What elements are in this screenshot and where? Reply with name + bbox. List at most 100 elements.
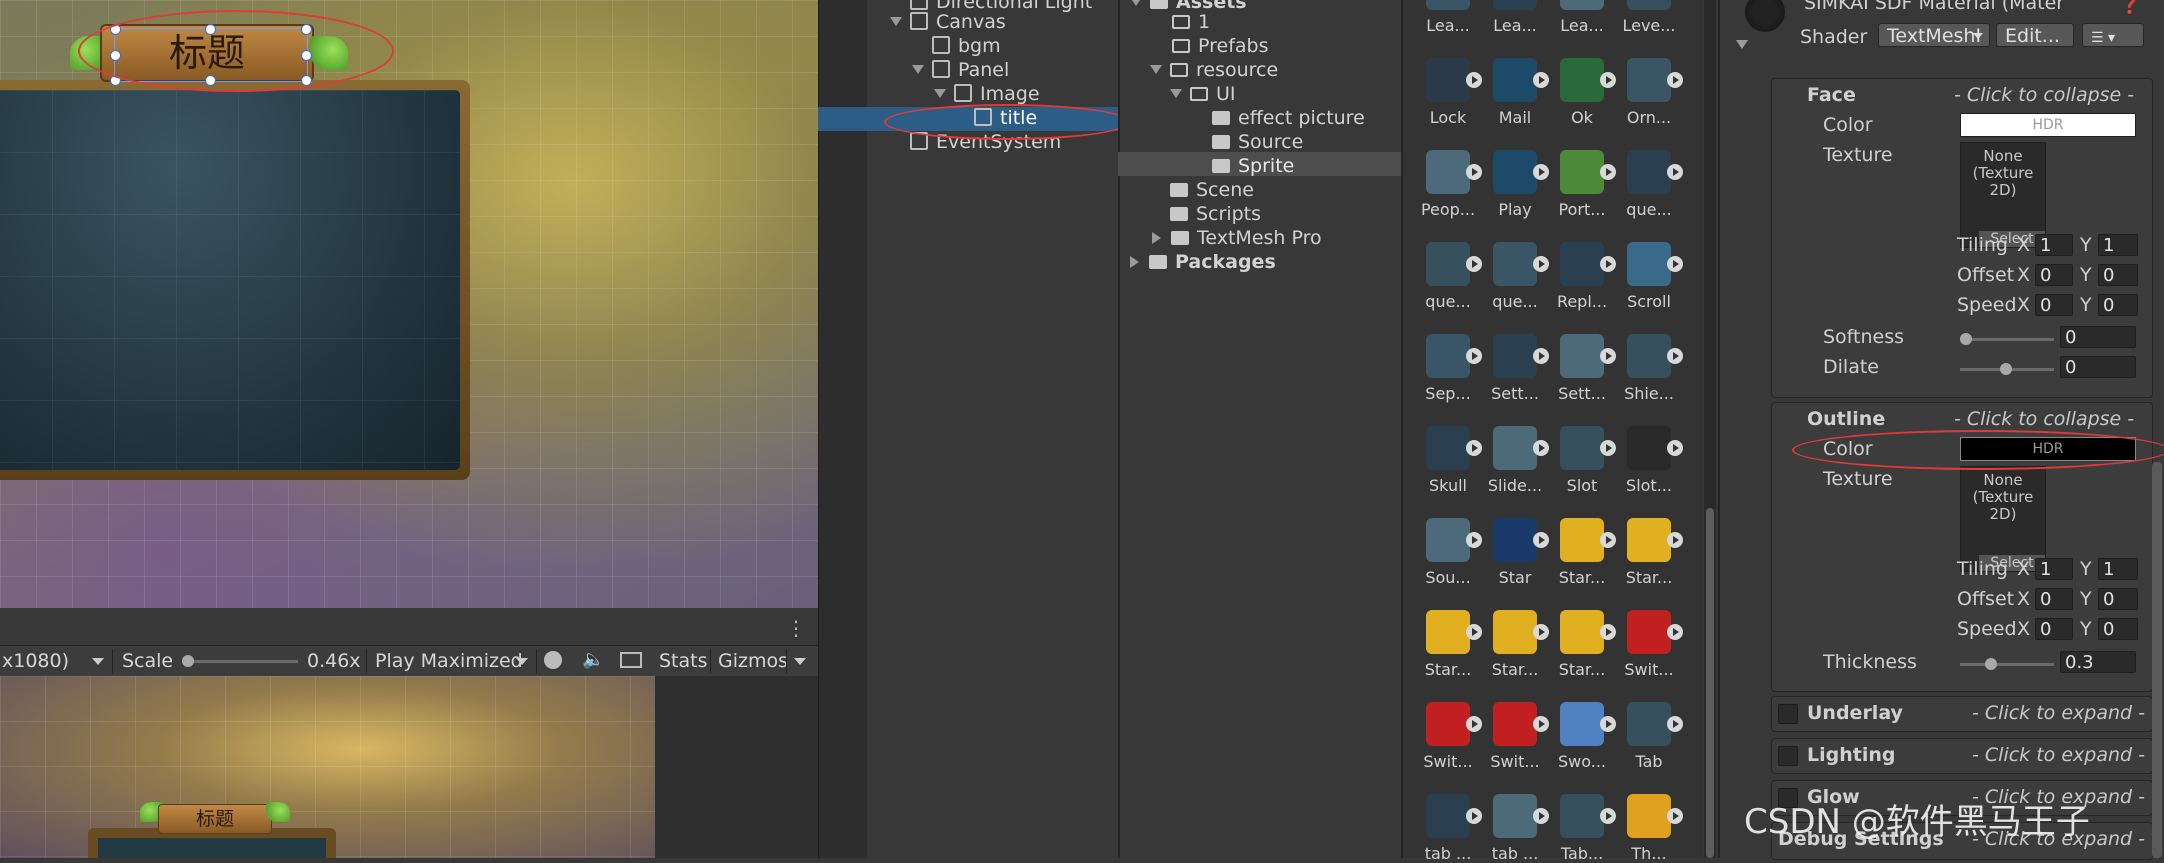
asset-tile[interactable]: tab ... bbox=[1481, 794, 1549, 863]
chevron-down-icon[interactable] bbox=[794, 658, 806, 665]
asset-tile[interactable]: Leve... bbox=[1615, 0, 1683, 35]
softness-slider-knob[interactable] bbox=[1960, 333, 1972, 345]
face-tiling-x-field[interactable]: 1 bbox=[2035, 234, 2073, 256]
stats-button[interactable]: Stats bbox=[659, 650, 708, 672]
folder-effect-picture[interactable]: effect picture bbox=[1212, 106, 1365, 130]
play-mode-dropdown[interactable]: Play Maximized bbox=[375, 650, 523, 672]
hierarchy-item-image[interactable]: Image bbox=[934, 82, 1040, 106]
asset-tile[interactable]: Star bbox=[1481, 518, 1549, 587]
expand-subassets-icon[interactable] bbox=[1466, 624, 1482, 640]
lighting-expand-hint[interactable]: - Click to expand - bbox=[1972, 744, 2145, 766]
asset-tile[interactable]: Sep... bbox=[1414, 334, 1482, 403]
expand-subassets-icon[interactable] bbox=[1667, 716, 1683, 732]
asset-tile[interactable]: Repl... bbox=[1548, 242, 1616, 311]
asset-tile[interactable]: Lock bbox=[1414, 58, 1482, 127]
speaker-icon[interactable]: 🔈 bbox=[582, 649, 604, 670]
underlay-expand-hint[interactable]: - Click to expand - bbox=[1972, 702, 2145, 724]
expand-subassets-icon[interactable] bbox=[1600, 532, 1616, 548]
expand-subassets-icon[interactable] bbox=[1466, 348, 1482, 364]
asset-tile[interactable]: Swit... bbox=[1481, 702, 1549, 771]
expand-subassets-icon[interactable] bbox=[1533, 624, 1549, 640]
folder-source[interactable]: Source bbox=[1212, 130, 1303, 154]
expand-arrow-icon[interactable] bbox=[1150, 65, 1162, 74]
face-tiling-y-field[interactable]: 1 bbox=[2098, 234, 2138, 256]
outline-offset-x-field[interactable]: 0 bbox=[2035, 588, 2073, 610]
asset-tile[interactable]: Lea... bbox=[1548, 0, 1616, 35]
expand-subassets-icon[interactable] bbox=[1533, 716, 1549, 732]
face-offset-y-field[interactable]: 0 bbox=[2098, 264, 2138, 286]
folder-sprite[interactable]: Sprite bbox=[1212, 154, 1294, 178]
asset-tile[interactable]: Star... bbox=[1481, 610, 1549, 679]
expand-subassets-icon[interactable] bbox=[1600, 256, 1616, 272]
asset-tile[interactable]: Swit... bbox=[1615, 610, 1683, 679]
asset-tile[interactable]: Swo... bbox=[1548, 702, 1616, 771]
scene-view[interactable]: 标题 bbox=[0, 0, 818, 608]
expand-subassets-icon[interactable] bbox=[1600, 348, 1616, 364]
expand-subassets-icon[interactable] bbox=[1466, 716, 1482, 732]
folder-textmesh-pro[interactable]: TextMesh Pro bbox=[1152, 226, 1322, 250]
asset-tile[interactable]: Play bbox=[1481, 150, 1549, 219]
bug-icon[interactable] bbox=[544, 651, 562, 669]
expand-subassets-icon[interactable] bbox=[1466, 72, 1482, 88]
asset-tile[interactable]: Star... bbox=[1414, 610, 1482, 679]
expand-subassets-icon[interactable] bbox=[1533, 808, 1549, 824]
folder-1[interactable]: 1 bbox=[1172, 10, 1210, 34]
underlay-header[interactable]: Underlay bbox=[1807, 702, 1903, 724]
asset-tile[interactable]: Scroll bbox=[1615, 242, 1683, 311]
expand-subassets-icon[interactable] bbox=[1466, 440, 1482, 456]
resolution-dropdown[interactable]: x1080) bbox=[2, 650, 69, 672]
asset-tile[interactable]: que... bbox=[1481, 242, 1549, 311]
hierarchy-item-bgm[interactable]: bgm bbox=[932, 34, 1001, 58]
lighting-header[interactable]: Lighting bbox=[1807, 744, 1895, 766]
outline-tiling-x-field[interactable]: 1 bbox=[2035, 558, 2073, 580]
expand-subassets-icon[interactable] bbox=[1667, 256, 1683, 272]
asset-tile[interactable]: Star... bbox=[1615, 518, 1683, 587]
expand-subassets-icon[interactable] bbox=[1600, 72, 1616, 88]
scale-slider-track[interactable] bbox=[182, 660, 298, 663]
expand-subassets-icon[interactable] bbox=[1533, 256, 1549, 272]
asset-tile[interactable]: Sett... bbox=[1481, 334, 1549, 403]
help-icon[interactable]: ❓ bbox=[2118, 0, 2142, 15]
outline-speed-x-field[interactable]: 0 bbox=[2035, 618, 2073, 640]
expand-arrow-icon[interactable] bbox=[1170, 89, 1182, 98]
expand-arrow-icon[interactable] bbox=[890, 17, 902, 26]
asset-tile[interactable]: Swit... bbox=[1414, 702, 1482, 771]
outline-thickness-field[interactable]: 0.3 bbox=[2060, 651, 2136, 673]
asset-tile[interactable]: Ok bbox=[1548, 58, 1616, 127]
asset-tile[interactable]: Port... bbox=[1548, 150, 1616, 219]
expand-subassets-icon[interactable] bbox=[1600, 716, 1616, 732]
folder-scene[interactable]: Scene bbox=[1170, 178, 1254, 202]
shader-options-button[interactable]: ☰ ▾ bbox=[2082, 23, 2144, 47]
folder-ui[interactable]: UI bbox=[1170, 82, 1236, 106]
asset-tile[interactable]: que... bbox=[1414, 242, 1482, 311]
expand-subassets-icon[interactable] bbox=[1533, 164, 1549, 180]
expand-subassets-icon[interactable] bbox=[1466, 164, 1482, 180]
expand-arrow-icon[interactable] bbox=[912, 65, 924, 74]
expand-subassets-icon[interactable] bbox=[1466, 532, 1482, 548]
scrollbar-thumb[interactable] bbox=[1706, 508, 1714, 858]
collapsed-arrow-icon[interactable] bbox=[1130, 256, 1139, 268]
face-texture-slot[interactable]: None (Texture 2D) Select bbox=[1960, 142, 2046, 248]
asset-tile[interactable]: Star... bbox=[1548, 610, 1616, 679]
folder-packages[interactable]: Packages bbox=[1130, 250, 1276, 274]
expand-arrow-icon[interactable] bbox=[934, 89, 946, 98]
expand-subassets-icon[interactable] bbox=[1533, 348, 1549, 364]
asset-tile[interactable]: Lea... bbox=[1481, 0, 1549, 35]
lighting-checkbox[interactable] bbox=[1778, 746, 1798, 766]
face-header[interactable]: Face bbox=[1807, 84, 1856, 106]
asset-tile[interactable]: Sett... bbox=[1548, 334, 1616, 403]
more-options-icon[interactable]: ⋮ bbox=[786, 616, 806, 640]
scale-slider-knob[interactable] bbox=[182, 655, 194, 667]
face-speed-y-field[interactable]: 0 bbox=[2098, 294, 2138, 316]
outline-offset-y-field[interactable]: 0 bbox=[2098, 588, 2138, 610]
folder-scripts[interactable]: Scripts bbox=[1170, 202, 1261, 226]
face-softness-field[interactable]: 0 bbox=[2060, 326, 2136, 348]
folder-prefabs[interactable]: Prefabs bbox=[1172, 34, 1269, 58]
asset-tile[interactable]: Skull bbox=[1414, 426, 1482, 495]
outline-texture-slot[interactable]: None (Texture 2D) Select bbox=[1960, 466, 2046, 572]
asset-tile[interactable]: Slot... bbox=[1615, 426, 1683, 495]
hierarchy-item-panel[interactable]: Panel bbox=[912, 58, 1009, 82]
folder-resource[interactable]: resource bbox=[1150, 58, 1278, 82]
shader-dropdown[interactable]: TextMeshI bbox=[1878, 23, 1990, 47]
softness-slider-track[interactable] bbox=[1960, 338, 2054, 341]
